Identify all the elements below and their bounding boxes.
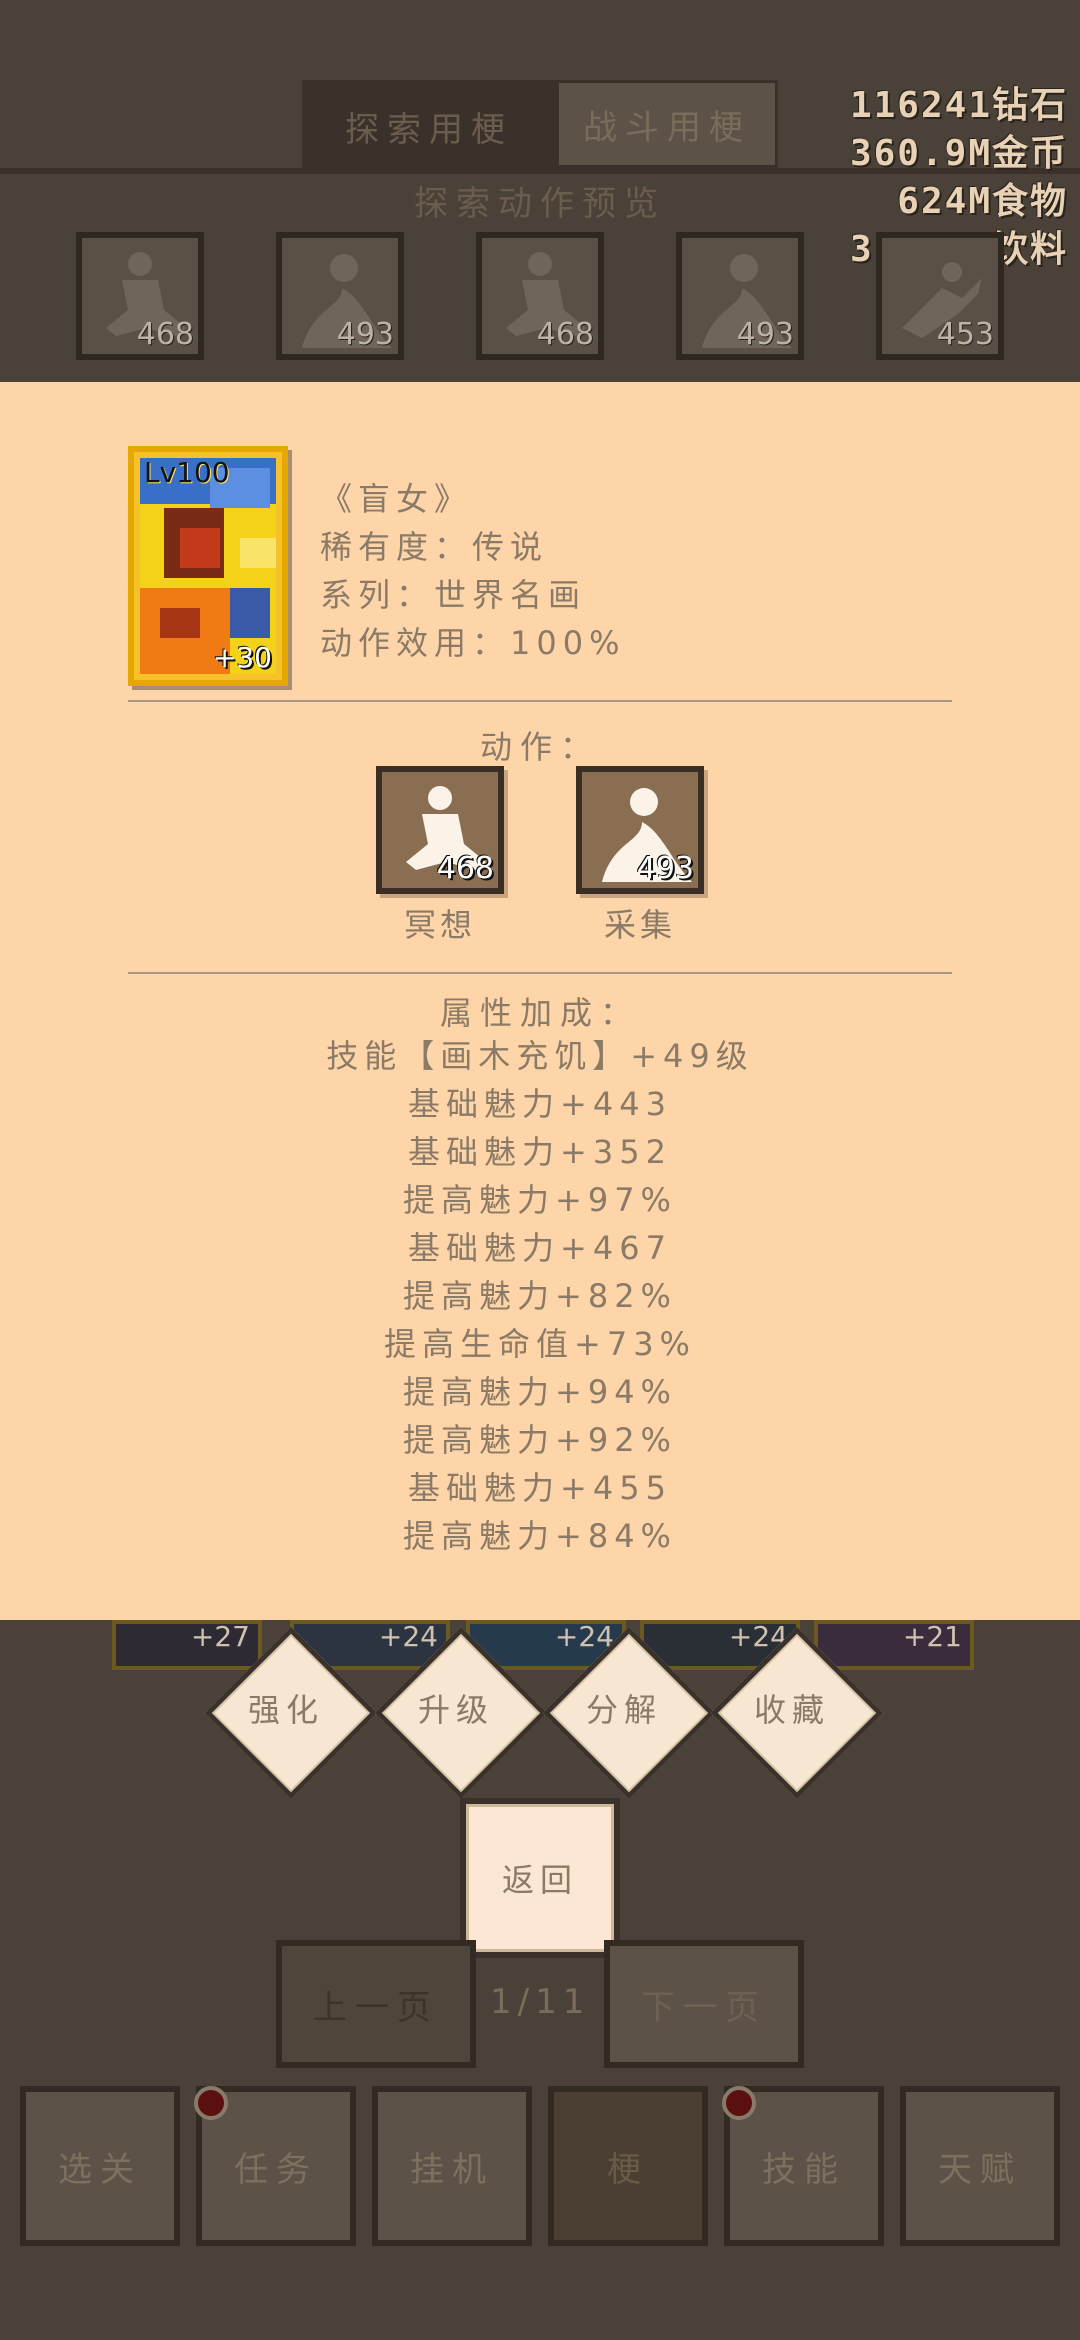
tab-battle-meme[interactable]: 战斗用梗 xyxy=(556,80,778,168)
nav-meme-button[interactable]: 梗 xyxy=(548,2086,708,2246)
preview-slot-1[interactable]: 468 xyxy=(76,232,204,360)
nav-stage-button[interactable]: 选关 xyxy=(20,2086,180,2246)
attribute-line: 基础魅力+467 xyxy=(408,1229,672,1267)
slot-count: 468 xyxy=(536,317,594,352)
attribute-line: 基础魅力+455 xyxy=(408,1469,672,1507)
slot-count: 493 xyxy=(336,317,394,352)
preview-slot-5[interactable]: 453 xyxy=(876,232,1004,360)
upgrade-button[interactable]: 升级 xyxy=(374,1626,548,1800)
actions-title: 动作： xyxy=(479,728,600,766)
attribute-line: 提高魅力+84% xyxy=(403,1517,677,1555)
card-plus-level: +21 xyxy=(902,1620,962,1653)
action-meditate[interactable]: 468 xyxy=(376,766,504,894)
card-portrait: Lv100 +30 xyxy=(128,446,288,686)
divider xyxy=(128,700,952,702)
action-label: 冥想 xyxy=(403,906,476,944)
preview-slot-2[interactable]: 493 xyxy=(276,232,404,360)
next-page-button[interactable]: 下一页 xyxy=(604,1940,804,2068)
action-count: 493 xyxy=(636,851,694,886)
attribute-line: 基础魅力+443 xyxy=(408,1085,672,1123)
decompose-label: 分解 xyxy=(585,1691,662,1729)
favorite-button[interactable]: 收藏 xyxy=(710,1626,884,1800)
card-name: 《盲女》 xyxy=(320,480,473,518)
diamond-count: 116241钻石 xyxy=(849,85,1068,126)
slot-count: 493 xyxy=(736,317,794,352)
attribute-line: 提高魅力+92% xyxy=(403,1421,677,1459)
enhance-button[interactable]: 强化 xyxy=(204,1626,378,1800)
preview-slot-3[interactable]: 468 xyxy=(476,232,604,360)
card-action-efficiency: 动作效用：100% xyxy=(320,624,626,662)
card-level: Lv100 xyxy=(144,456,230,489)
slot-count: 453 xyxy=(936,317,994,352)
card-series: 系列：世界名画 xyxy=(320,576,587,614)
skill-notification-badge xyxy=(722,2086,756,2120)
enhance-label: 强化 xyxy=(247,1691,324,1729)
quest-notification-badge xyxy=(194,2086,228,2120)
upgrade-label: 升级 xyxy=(417,1691,494,1729)
prev-page-button[interactable]: 上一页 xyxy=(276,1940,476,2068)
divider xyxy=(128,972,952,974)
gold-count: 360.9M金币 xyxy=(849,133,1068,174)
card-rarity: 稀有度：传说 xyxy=(320,528,549,566)
attribute-line: 基础魅力+352 xyxy=(408,1133,672,1171)
action-label: 采集 xyxy=(603,906,676,944)
attribute-line: 提高生命值+73% xyxy=(384,1325,696,1363)
decompose-button[interactable]: 分解 xyxy=(542,1626,716,1800)
attribute-line: 提高魅力+82% xyxy=(403,1277,677,1315)
nav-talent-button[interactable]: 天赋 xyxy=(900,2086,1060,2246)
preview-slot-4[interactable]: 493 xyxy=(676,232,804,360)
card-plus-level: +30 xyxy=(212,641,272,674)
tab-explore-meme[interactable]: 探索用梗 xyxy=(302,80,556,172)
attribute-line: 提高魅力+94% xyxy=(403,1373,677,1411)
back-button[interactable]: 返回 xyxy=(460,1798,620,1958)
page-indicator: 1/11 xyxy=(490,1982,591,2022)
attribute-line: 技能【画木充饥】+49级 xyxy=(326,1037,754,1075)
attributes-title: 属性加成： xyxy=(439,994,640,1032)
attribute-line: 提高魅力+97% xyxy=(403,1181,677,1219)
nav-idle-button[interactable]: 挂机 xyxy=(372,2086,532,2246)
action-count: 468 xyxy=(436,851,494,886)
slot-count: 468 xyxy=(136,317,194,352)
action-gather[interactable]: 493 xyxy=(576,766,704,894)
attributes-list: 技能【画木充饥】+49级 基础魅力+443 基础魅力+352 提高魅力+97% … xyxy=(0,1032,1080,1560)
favorite-label: 收藏 xyxy=(753,1691,830,1729)
explore-preview-title: 探索动作预览 xyxy=(414,184,666,224)
